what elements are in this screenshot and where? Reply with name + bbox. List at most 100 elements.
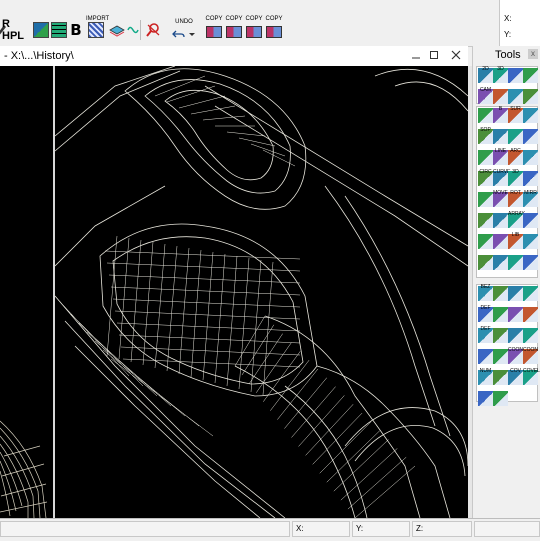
tool-label: 3D <box>497 66 504 72</box>
tool-button[interactable]: DEF <box>478 306 493 322</box>
tool-button[interactable] <box>523 234 538 249</box>
tool-button[interactable]: 2D <box>478 66 493 83</box>
tool-button[interactable] <box>493 213 508 228</box>
tool-button[interactable]: MOVE <box>493 190 508 207</box>
hpl-button[interactable]: R HPL <box>2 18 30 42</box>
tool-button[interactable]: SOP <box>478 128 493 144</box>
tool-button[interactable] <box>493 307 508 322</box>
tool-button[interactable]: ARRAY <box>508 212 525 228</box>
copy-label-2: COPY <box>225 16 243 22</box>
tool-button[interactable]: CURVE <box>493 170 510 186</box>
undo-button[interactable]: UNDO <box>170 19 198 40</box>
tool-button[interactable]: NUM <box>478 368 493 385</box>
tool-button[interactable] <box>478 108 493 123</box>
mesh-line <box>354 465 416 518</box>
wireframe-viewport[interactable] <box>0 66 468 518</box>
tool-button[interactable] <box>523 171 538 186</box>
tool-button[interactable] <box>523 328 538 343</box>
import-button[interactable]: IMPORT <box>86 16 109 40</box>
copy-button-2[interactable]: COPY <box>224 16 244 40</box>
tool-button[interactable] <box>478 150 493 165</box>
tool-button[interactable] <box>508 89 523 104</box>
tool-button[interactable]: COV <box>508 369 523 385</box>
tool-button[interactable]: CAM <box>478 88 493 104</box>
tool-button[interactable]: 3D <box>508 170 523 186</box>
tool-button[interactable]: COON <box>508 347 523 364</box>
tool-label: COON <box>508 347 523 353</box>
bold-button[interactable]: B <box>68 20 84 40</box>
tool-button[interactable]: LINE <box>493 148 508 165</box>
tool-label: NUM <box>479 368 492 374</box>
tool-label: MOVE <box>493 190 508 196</box>
tool-button[interactable]: LIB <box>508 233 523 249</box>
tool-button[interactable] <box>478 234 493 249</box>
tool-button[interactable]: ROT <box>508 191 523 207</box>
tool-label: CIRC <box>479 169 492 175</box>
tool-button[interactable] <box>508 328 523 343</box>
tool-label: 2D <box>482 66 489 72</box>
layers-icon[interactable] <box>108 20 126 40</box>
tool-button[interactable]: DEF <box>478 327 493 343</box>
layer-color-icon[interactable] <box>32 20 50 40</box>
tool-button[interactable] <box>493 255 508 270</box>
tool-button[interactable]: COON <box>523 348 538 364</box>
tool-button[interactable] <box>523 255 538 270</box>
tool-button[interactable]: COVEL <box>523 369 540 385</box>
tool-button[interactable] <box>523 307 538 322</box>
tool-button[interactable] <box>478 391 493 406</box>
tool-button[interactable] <box>478 213 493 228</box>
coord-y-label: Y: <box>504 30 512 39</box>
tool-button[interactable] <box>493 370 508 385</box>
tool-button[interactable] <box>523 286 538 301</box>
no-search-icon[interactable] <box>144 20 162 40</box>
close-icon[interactable] <box>448 47 464 63</box>
tool-button[interactable] <box>523 129 538 144</box>
tool-button[interactable] <box>493 391 508 406</box>
tool-button[interactable] <box>523 89 538 104</box>
tool-button[interactable] <box>508 307 523 322</box>
tool-button[interactable]: SUR <box>508 107 523 123</box>
tools-panel: Tools x 2D 3D CAM B SUR SOP LINE ARC CIRC CURVE 3… <box>472 46 540 518</box>
minimize-icon[interactable] <box>408 47 424 63</box>
tool-button[interactable] <box>478 255 493 270</box>
tool-button[interactable] <box>508 255 523 270</box>
tool-button[interactable] <box>523 108 538 123</box>
status-extra <box>474 521 540 537</box>
tool-button[interactable]: ARC <box>508 148 523 165</box>
wave-icon[interactable] <box>126 20 140 40</box>
tool-button[interactable] <box>523 213 538 228</box>
tool-button[interactable] <box>493 234 508 249</box>
tool-button[interactable]: 3D <box>493 66 508 83</box>
maximize-icon[interactable] <box>426 47 442 63</box>
tool-button[interactable]: MIRR <box>523 191 538 207</box>
tool-button[interactable] <box>508 286 523 301</box>
mesh-line <box>178 247 190 375</box>
tool-button[interactable] <box>508 129 523 144</box>
mesh-line <box>250 259 262 393</box>
import-label: IMPORT <box>86 16 110 22</box>
tool-button[interactable] <box>493 129 508 144</box>
tool-button[interactable] <box>493 349 508 364</box>
mesh-line <box>241 324 275 376</box>
tool-button[interactable] <box>523 150 538 165</box>
copy-button-4[interactable]: COPY <box>264 16 284 40</box>
tool-button[interactable]: BEZ <box>478 285 493 301</box>
mesh-line <box>154 75 206 97</box>
close-icon[interactable]: x <box>528 49 538 59</box>
copy-button-3[interactable]: COPY <box>244 16 264 40</box>
tool-button[interactable]: CIRC <box>478 169 493 186</box>
grid-icon[interactable] <box>50 20 68 40</box>
tool-label: LINE <box>494 148 507 154</box>
tool-button[interactable] <box>493 89 508 104</box>
tool-button[interactable] <box>493 286 508 301</box>
tool-button[interactable] <box>493 328 508 343</box>
tool-button[interactable] <box>478 192 493 207</box>
status-y: Y: <box>352 521 410 537</box>
tool-button[interactable]: B <box>493 107 508 123</box>
tool-button[interactable] <box>478 349 493 364</box>
tool-button[interactable] <box>508 68 523 83</box>
tool-button[interactable] <box>523 68 538 83</box>
mesh-line <box>202 251 214 381</box>
tool-label: ARC <box>510 148 521 154</box>
copy-button-1[interactable]: COPY <box>204 16 224 40</box>
